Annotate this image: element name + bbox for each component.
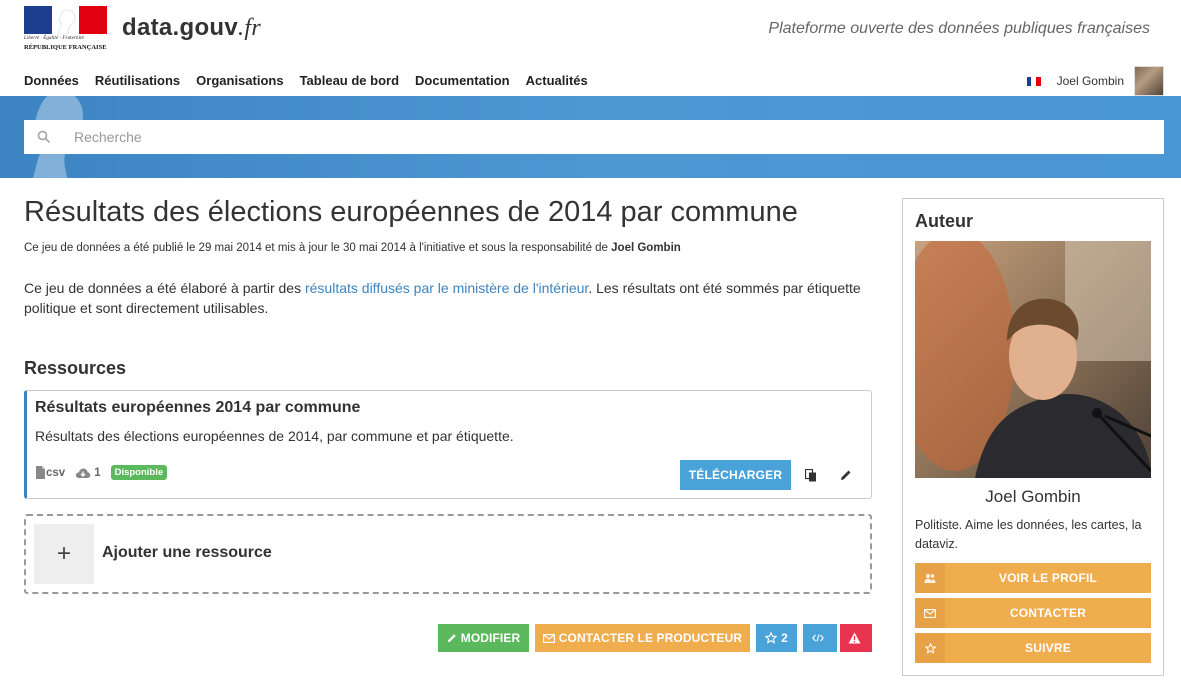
copy-link-button[interactable] [796,460,826,490]
copy-icon [805,468,816,481]
nav-item-documentation[interactable]: Documentation [415,73,510,88]
user-menu[interactable]: Joel Gombin [1026,66,1164,96]
follow-button[interactable]: SUIVRE [915,633,1151,663]
star-count: 2 [781,631,788,645]
author-photo [915,241,1151,478]
users-icon [915,563,945,593]
nav-item-actualites[interactable]: Actualités [526,73,588,88]
contact-author-label: CONTACTER [1009,606,1087,620]
warning-icon [848,632,860,644]
main-nav: Données Réutilisations Organisations Tab… [24,73,588,88]
user-name[interactable]: Joel Gombin [1057,74,1124,88]
search-bar[interactable] [24,120,1164,154]
search-band [0,96,1181,178]
page-title: Résultats des élections européennes de 2… [24,196,798,228]
resource-card[interactable]: Résultats européennes 2014 par commune R… [24,390,872,499]
publication-text: Ce jeu de données a été publié le 29 mai… [24,242,612,254]
site-tagline: Plateforme ouverte des données publiques… [768,20,1150,37]
cloud-download-icon [76,467,91,478]
publication-info: Ce jeu de données a été publié le 29 mai… [24,242,872,254]
search-input[interactable] [74,129,1164,145]
resource-download-count: 1 [94,466,101,479]
edit-dataset-label: MODIFIER [460,631,521,645]
add-resource-plus-icon[interactable]: + [34,524,94,584]
envelope-icon [915,598,945,628]
download-button[interactable]: TÉLÉCHARGER [680,460,791,490]
add-resource-area[interactable]: + Ajouter une ressource [24,514,872,594]
search-icon[interactable] [24,120,64,154]
resource-meta: csv 1 Disponible [35,465,168,480]
site-tld: .fr [238,15,261,41]
envelope-icon [542,633,555,643]
file-icon [36,466,45,479]
resource-title[interactable]: Résultats européennes 2014 par commune [35,399,360,417]
nav-item-reutilisations[interactable]: Réutilisations [95,73,180,88]
nav-item-tableau-de-bord[interactable]: Tableau de bord [300,73,399,88]
site-name: data.gouv [122,14,239,41]
author-heading: Auteur [915,211,973,231]
code-icon [812,634,824,642]
star-button[interactable]: 2 [756,624,797,652]
publication-author[interactable]: Joel Gombin [611,242,681,254]
nav-item-organisations[interactable]: Organisations [196,73,283,88]
dataset-actions: MODIFIER CONTACTER LE PRODUCTEUR 2 [24,624,872,652]
contact-producer-label: CONTACTER LE PRODUCTEUR [558,631,743,645]
pencil-icon [447,634,456,643]
logo-name: RÉPUBLIQUE FRANÇAISE [24,44,107,51]
site-header: Liberté · Égalité · Fraternité RÉPUBLIQU… [0,0,1181,96]
star-icon [915,633,945,663]
nav-item-donnees[interactable]: Données [24,73,79,88]
dataset-description: Ce jeu de données a été élaboré à partir… [24,278,872,318]
contact-author-button[interactable]: CONTACTER [915,598,1151,628]
user-avatar[interactable] [1134,66,1164,96]
report-button[interactable] [840,624,872,652]
logo-motto: Liberté · Égalité · Fraternité [24,36,84,41]
edit-dataset-button[interactable]: MODIFIER [438,624,529,652]
star-icon [765,632,778,644]
author-name[interactable]: Joel Gombin [903,487,1163,507]
resource-downloads: 1 [75,466,101,479]
resources-heading: Ressources [24,358,127,378]
resource-format-label: csv [46,466,66,479]
follow-label: SUIVRE [1025,641,1071,655]
add-resource-label[interactable]: Ajouter une ressource [102,544,272,562]
resource-description: Résultats des élections européennes de 2… [35,428,514,444]
view-profile-button[interactable]: VOIR LE PROFIL [915,563,1151,593]
language-flag-icon[interactable] [1026,76,1041,86]
status-badge: Disponible [110,465,168,480]
resource-format: csv [35,466,65,479]
marianne-icon [57,9,76,34]
pencil-icon [841,470,851,480]
view-profile-label: VOIR LE PROFIL [998,571,1098,585]
author-bio: Politiste. Aime les données, les cartes,… [915,518,1142,551]
description-text-before: Ce jeu de données a été élaboré à partir… [24,280,305,296]
edit-resource-button[interactable] [831,460,861,490]
site-logo-text[interactable]: data.gouv.fr [122,14,261,42]
contact-producer-button[interactable]: CONTACTER LE PRODUCTEUR [535,624,750,652]
embed-button[interactable] [803,624,837,652]
author-sidebar: Auteur Joel Gombin Politiste. Aime les d… [902,198,1164,676]
dataset-main: Résultats des élections européennes de 2… [24,196,872,652]
republique-francaise-logo[interactable]: Liberté · Égalité · Fraternité RÉPUBLIQU… [24,6,107,54]
source-link[interactable]: résultats diffusés par le ministère de l… [305,280,588,296]
